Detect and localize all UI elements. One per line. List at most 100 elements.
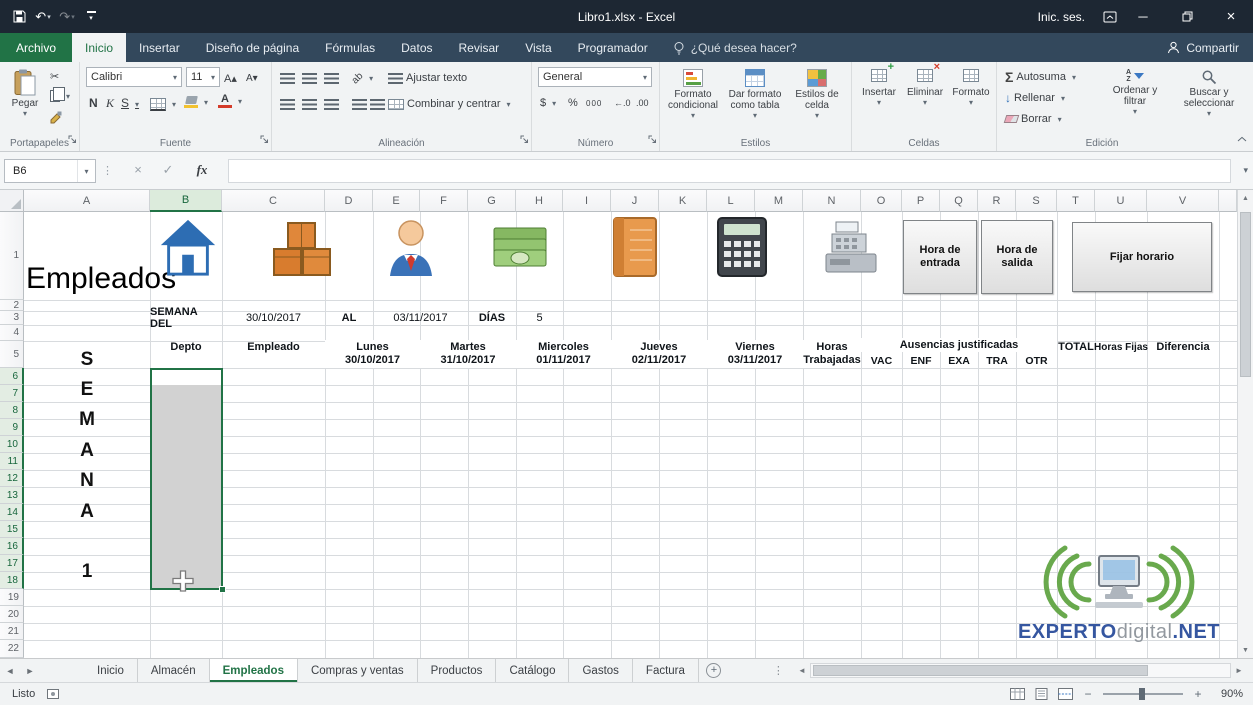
alineacion-dialog-launcher[interactable] xyxy=(520,135,529,147)
font-name-select[interactable]: Calibri xyxy=(86,67,182,87)
decrease-indent-button[interactable] xyxy=(352,95,367,113)
sheet-tab-catalogo[interactable]: Catálogo xyxy=(496,659,569,682)
cell-a1-title[interactable]: Empleados xyxy=(26,262,176,296)
tab-datos[interactable]: Datos xyxy=(388,33,445,62)
tab-programador[interactable]: Programador xyxy=(565,33,661,62)
row-header-22[interactable]: 22 xyxy=(0,640,24,658)
money-image[interactable] xyxy=(492,226,548,273)
row-header-16[interactable]: 16 xyxy=(0,538,24,555)
conditional-formatting-button[interactable]: Formato condicional ▾ xyxy=(664,64,722,119)
sheet-tab-empleados[interactable]: Empleados xyxy=(210,659,298,682)
zoom-level[interactable]: 90% xyxy=(1213,688,1243,700)
share-button[interactable]: Compartir xyxy=(1153,33,1253,62)
grow-font-button[interactable]: A▴ xyxy=(224,69,237,87)
align-left-button[interactable] xyxy=(280,95,295,113)
orientation-button[interactable]: ab xyxy=(352,69,373,87)
fill-handle[interactable] xyxy=(219,586,226,593)
column-header-P[interactable]: P xyxy=(902,190,940,212)
header-horas-trabajadas[interactable]: HorasTrabajadas xyxy=(803,340,861,368)
page-layout-view-button[interactable] xyxy=(1034,688,1049,700)
align-bottom-button[interactable] xyxy=(324,69,339,87)
row-header-4[interactable]: 4 xyxy=(0,325,24,341)
sheet-nav-left[interactable]: ◄ xyxy=(0,659,20,682)
tell-me-search[interactable]: ¿Qué desea hacer? xyxy=(661,33,809,62)
tab-formulas[interactable]: Fórmulas xyxy=(312,33,388,62)
house-image[interactable] xyxy=(158,216,218,281)
formula-bar-expand-button[interactable] xyxy=(1243,165,1248,176)
column-header-F[interactable]: F xyxy=(420,190,468,212)
zoom-out-button[interactable]: − xyxy=(1082,687,1094,701)
cut-button[interactable]: ✂ xyxy=(50,67,59,85)
column-header-partial[interactable] xyxy=(1219,190,1237,212)
vscroll-thumb[interactable] xyxy=(1240,212,1251,377)
boxes-image[interactable] xyxy=(272,220,332,281)
row-header-3[interactable]: 3 xyxy=(0,311,24,325)
zoom-in-button[interactable]: + xyxy=(1192,687,1204,701)
header-depto[interactable]: Depto xyxy=(150,336,222,358)
column-header-S[interactable]: S xyxy=(1016,190,1057,212)
header-diferencia[interactable]: Diferencia xyxy=(1147,336,1219,358)
row-header-2[interactable]: 2 xyxy=(0,300,24,311)
autosum-button[interactable]: ΣAutosuma xyxy=(1005,68,1076,86)
undo-button[interactable]: ↶▾ xyxy=(32,5,54,29)
copy-button[interactable] xyxy=(50,87,70,105)
column-header-J[interactable]: J xyxy=(611,190,659,212)
header-empleado[interactable]: Empleado xyxy=(222,336,325,358)
hscroll-right-button[interactable]: ► xyxy=(1231,666,1247,675)
tab-vista[interactable]: Vista xyxy=(512,33,564,62)
column-header-U[interactable]: U xyxy=(1095,190,1147,212)
column-header-E[interactable]: E xyxy=(373,190,420,212)
name-box[interactable]: B6 xyxy=(4,159,96,183)
header-enf[interactable]: ENF xyxy=(902,354,940,367)
header-day-lunes[interactable]: Lunes30/10/2017 xyxy=(325,340,420,368)
clear-button[interactable]: Borrar xyxy=(1005,110,1062,128)
header-exa[interactable]: EXA xyxy=(940,354,978,367)
row-header-1[interactable]: 1 xyxy=(0,212,24,300)
restore-button[interactable] xyxy=(1165,0,1209,33)
sheet-tab-compras[interactable]: Compras y ventas xyxy=(298,659,418,682)
tab-diseno[interactable]: Diseño de página xyxy=(193,33,312,62)
column-header-V[interactable]: V xyxy=(1147,190,1219,212)
format-as-table-button[interactable]: Dar formato como tabla ▾ xyxy=(726,64,784,119)
header-ausencias[interactable]: Ausencias justificadas xyxy=(861,338,1057,352)
cell-al[interactable]: AL xyxy=(325,311,373,325)
hscroll-track[interactable] xyxy=(810,663,1231,678)
sheet-tab-almacen[interactable]: Almacén xyxy=(138,659,210,682)
decrease-decimal-button[interactable]: .00 xyxy=(636,94,649,112)
column-header-I[interactable]: I xyxy=(563,190,611,212)
column-header-O[interactable]: O xyxy=(861,190,902,212)
tab-inicio[interactable]: Inicio xyxy=(72,33,126,62)
column-header-A[interactable]: A xyxy=(24,190,150,212)
italic-button[interactable]: K xyxy=(106,94,114,112)
font-color-button[interactable]: A xyxy=(218,92,242,110)
font-size-select[interactable]: 11 xyxy=(186,67,220,87)
collapse-ribbon-button[interactable] xyxy=(1237,133,1247,145)
hscroll-left-button[interactable]: ◄ xyxy=(794,666,810,675)
row-header-17[interactable]: 17 xyxy=(0,555,24,572)
tab-revisar[interactable]: Revisar xyxy=(446,33,513,62)
bold-button[interactable]: N xyxy=(89,94,98,112)
save-button[interactable] xyxy=(8,5,30,29)
header-tra[interactable]: TRA xyxy=(978,354,1016,367)
customize-qat-button[interactable]: ▾ xyxy=(80,5,102,29)
comma-style-button[interactable]: 000 xyxy=(586,94,602,112)
header-day-jueves[interactable]: Jueves02/11/2017 xyxy=(611,340,707,368)
cell-dias-value[interactable]: 5 xyxy=(516,311,563,325)
column-header-M[interactable]: M xyxy=(755,190,803,212)
hora-entrada-button[interactable]: Hora de entrada xyxy=(903,220,977,294)
zoom-slider[interactable] xyxy=(1103,693,1183,695)
merge-center-button[interactable]: Combinar y centrar xyxy=(388,95,511,113)
column-header-Q[interactable]: Q xyxy=(940,190,978,212)
row-header-11[interactable]: 11 xyxy=(0,453,24,470)
tab-archivo[interactable]: Archivo xyxy=(0,33,72,62)
sheet-nav-right[interactable]: ► xyxy=(20,659,40,682)
insert-cells-button[interactable]: + Insertar ▾ xyxy=(857,64,901,106)
header-total[interactable]: TOTAL xyxy=(1057,336,1095,358)
row-header-18[interactable]: 18 xyxy=(0,572,24,589)
cell-fecha-inicio[interactable]: 30/10/2017 xyxy=(222,311,325,325)
number-format-select[interactable]: General xyxy=(538,67,652,87)
calculator-image[interactable] xyxy=(714,216,770,281)
sort-filter-button[interactable]: AZ Ordenar y filtrar ▾ xyxy=(1103,64,1167,115)
column-header-L[interactable]: L xyxy=(707,190,755,212)
vertical-scrollbar[interactable]: ▲ ▼ xyxy=(1237,190,1253,658)
